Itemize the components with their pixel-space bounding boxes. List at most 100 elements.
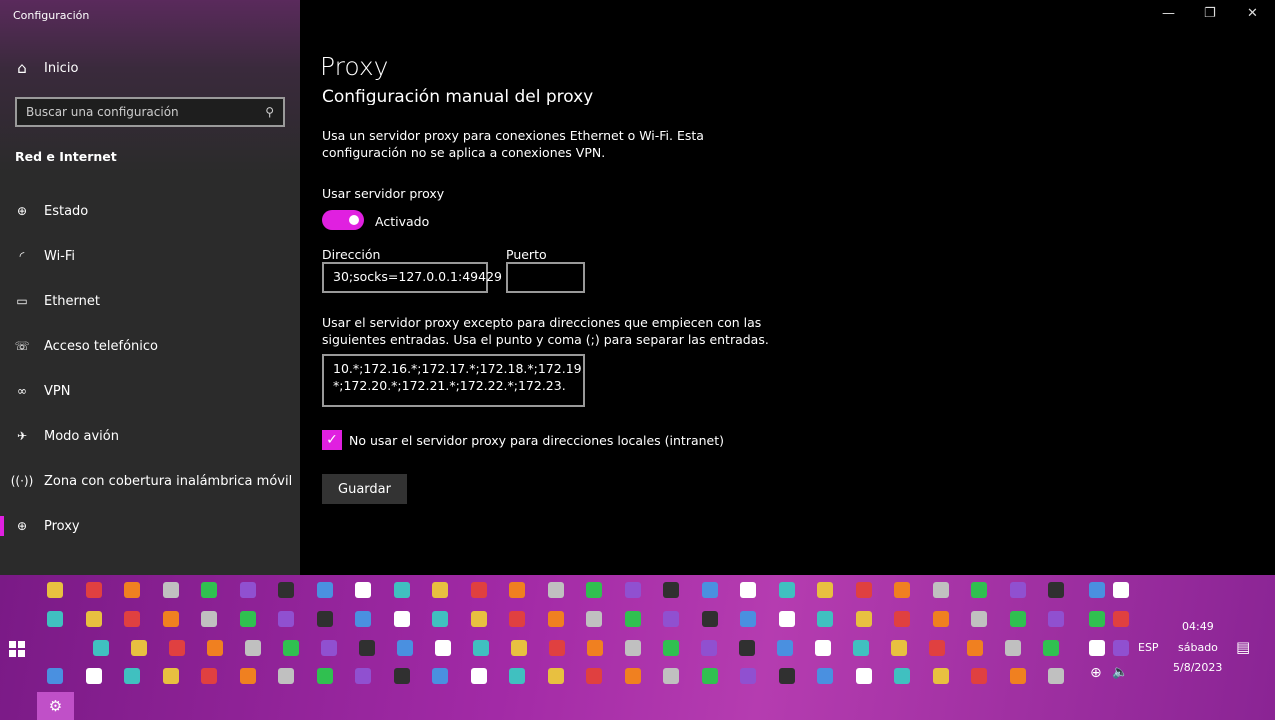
app-icon[interactable] xyxy=(932,611,949,627)
app-icon[interactable] xyxy=(278,582,294,598)
settings-taskbar-icon[interactable]: ⚙ xyxy=(37,692,74,720)
app-icon[interactable] xyxy=(1048,582,1064,598)
app-icon[interactable] xyxy=(894,582,910,598)
app-icon[interactable] xyxy=(586,611,602,627)
app-icon[interactable] xyxy=(393,582,410,598)
app-icon[interactable] xyxy=(624,582,641,598)
app-icon[interactable] xyxy=(701,582,718,598)
sidebar-item-vpn[interactable]: ∞ VPN xyxy=(0,371,300,411)
tray-icon[interactable] xyxy=(1113,640,1129,656)
clock-date[interactable]: 5/8/2023 xyxy=(1173,661,1222,674)
clock-time[interactable]: 04:49 xyxy=(1182,620,1214,633)
sidebar-item-ethernet[interactable]: ▭ Ethernet xyxy=(0,281,300,321)
app-icon[interactable] xyxy=(509,582,525,598)
app-icon[interactable] xyxy=(511,640,527,656)
app-icon[interactable] xyxy=(855,668,872,684)
tray-icon[interactable] xyxy=(1089,611,1105,627)
search-input[interactable]: Buscar una configuración ⚲ xyxy=(15,97,285,127)
app-icon[interactable] xyxy=(47,611,63,627)
minimize-button[interactable]: — xyxy=(1162,6,1175,21)
sidebar-item-modo[interactable]: ✈ Modo avión xyxy=(0,416,300,456)
app-icon[interactable] xyxy=(432,582,448,598)
sidebar-item-acceso[interactable]: ☏ Acceso telefónico xyxy=(0,326,300,366)
app-icon[interactable] xyxy=(663,582,679,598)
app-icon[interactable] xyxy=(435,640,451,656)
app-icon[interactable] xyxy=(1009,611,1026,627)
tray-icon[interactable] xyxy=(1113,611,1129,627)
app-icon[interactable] xyxy=(1009,582,1026,598)
app-icon[interactable] xyxy=(93,640,109,656)
sidebar-item-estado[interactable]: ⊕ Estado xyxy=(0,191,300,231)
app-icon[interactable] xyxy=(549,640,565,656)
app-icon[interactable] xyxy=(278,668,294,684)
app-icon[interactable] xyxy=(162,582,179,598)
sidebar-item-zona[interactable]: ((·)) Zona con cobertura inalámbrica móvi… xyxy=(0,461,300,501)
app-icon[interactable] xyxy=(817,582,833,598)
app-icon[interactable] xyxy=(701,640,717,656)
app-icon[interactable] xyxy=(967,640,983,656)
app-icon[interactable] xyxy=(162,611,179,627)
address-input[interactable]: 30;socks=127.0.0.1:49429 xyxy=(322,262,502,293)
app-icon[interactable] xyxy=(701,668,718,684)
app-icon[interactable] xyxy=(432,668,448,684)
sidebar-item-home[interactable]: ⌂ Inicio xyxy=(0,48,300,88)
app-icon[interactable] xyxy=(239,668,256,684)
app-icon[interactable] xyxy=(131,640,147,656)
app-icon[interactable] xyxy=(47,582,63,598)
app-icon[interactable] xyxy=(971,668,987,684)
app-icon[interactable] xyxy=(625,640,641,656)
app-icon[interactable] xyxy=(971,611,987,627)
app-icon[interactable] xyxy=(815,640,831,656)
app-icon[interactable] xyxy=(124,582,140,598)
app-icon[interactable] xyxy=(85,611,102,627)
tray-icon[interactable] xyxy=(1089,640,1105,656)
app-icon[interactable] xyxy=(245,640,261,656)
app-icon[interactable] xyxy=(278,611,294,627)
app-icon[interactable] xyxy=(894,611,910,627)
app-icon[interactable] xyxy=(321,640,337,656)
app-icon[interactable] xyxy=(207,640,223,656)
exceptions-textarea[interactable]: 10.*;172.16.*;172.17.*;172.18.*;172.19. … xyxy=(322,354,585,407)
app-icon[interactable] xyxy=(201,582,217,598)
app-icon[interactable] xyxy=(355,668,371,684)
app-icon[interactable] xyxy=(891,640,907,656)
windows-start-icon[interactable] xyxy=(9,641,25,657)
app-icon[interactable] xyxy=(587,640,603,656)
port-input[interactable] xyxy=(506,262,585,293)
app-icon[interactable] xyxy=(316,668,333,684)
app-icon[interactable] xyxy=(239,611,256,627)
app-icon[interactable] xyxy=(355,582,371,598)
app-icon[interactable] xyxy=(817,611,833,627)
app-icon[interactable] xyxy=(777,640,793,656)
app-icon[interactable] xyxy=(817,668,833,684)
app-icon[interactable] xyxy=(701,611,718,627)
app-icon[interactable] xyxy=(855,611,872,627)
app-icon[interactable] xyxy=(624,611,641,627)
app-icon[interactable] xyxy=(663,668,679,684)
app-icon[interactable] xyxy=(124,668,140,684)
app-icon[interactable] xyxy=(778,611,795,627)
app-icon[interactable] xyxy=(470,582,487,598)
clock-day[interactable]: sábado xyxy=(1178,641,1218,654)
app-icon[interactable] xyxy=(1043,640,1059,656)
local-bypass-checkbox[interactable]: ✓ xyxy=(322,430,342,450)
app-icon[interactable] xyxy=(355,611,371,627)
app-icon[interactable] xyxy=(929,640,945,656)
app-icon[interactable] xyxy=(124,611,140,627)
app-icon[interactable] xyxy=(509,611,525,627)
app-icon[interactable] xyxy=(162,668,179,684)
app-icon[interactable] xyxy=(85,668,102,684)
app-icon[interactable] xyxy=(201,668,217,684)
app-icon[interactable] xyxy=(740,668,756,684)
restore-button[interactable]: ❐ xyxy=(1204,6,1216,21)
app-icon[interactable] xyxy=(663,640,679,656)
app-icon[interactable] xyxy=(778,668,795,684)
app-icon[interactable] xyxy=(393,668,410,684)
app-icon[interactable] xyxy=(393,611,410,627)
app-icon[interactable] xyxy=(1005,640,1021,656)
app-icon[interactable] xyxy=(853,640,869,656)
use-proxy-toggle[interactable] xyxy=(322,210,364,230)
app-icon[interactable] xyxy=(359,640,375,656)
app-icon[interactable] xyxy=(1009,668,1026,684)
app-icon[interactable] xyxy=(283,640,299,656)
